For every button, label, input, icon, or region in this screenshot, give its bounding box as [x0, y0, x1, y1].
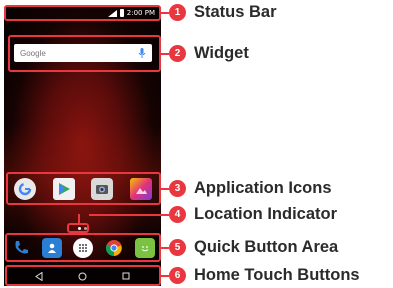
- location-indicator-connector: [89, 214, 169, 216]
- location-indicator: [70, 224, 94, 232]
- home-touch-buttons-callout: [5, 265, 161, 286]
- status-bar-connector: [161, 12, 169, 14]
- label-quick-button-area: 5 Quick Button Area: [169, 238, 338, 257]
- label-text: Status Bar: [194, 3, 277, 21]
- label-widget: 2 Widget: [169, 44, 249, 63]
- label-location-indicator: 4 Location Indicator: [169, 205, 337, 224]
- number-badge: 2: [169, 45, 186, 62]
- number-badge: 6: [169, 267, 186, 284]
- page-dot: [83, 226, 87, 230]
- application-icons-connector: [161, 188, 169, 190]
- number-badge: 3: [169, 180, 186, 197]
- widget-connector: [161, 53, 169, 55]
- quick-button-area-connector: [161, 247, 169, 249]
- home-touch-buttons-connector: [161, 275, 169, 277]
- label-application-icons: 3 Application Icons: [169, 179, 332, 198]
- number-badge: 5: [169, 239, 186, 256]
- status-bar-callout: [4, 5, 161, 21]
- label-text: Location Indicator: [194, 205, 338, 223]
- location-indicator-connector-vertical: [78, 214, 80, 223]
- number-badge: 4: [169, 206, 186, 223]
- number-badge: 1: [169, 4, 186, 21]
- label-text: Application Icons: [194, 179, 332, 197]
- quick-button-area-callout: [5, 233, 161, 262]
- widget-callout: [8, 35, 161, 72]
- label-text: Widget: [194, 44, 249, 62]
- label-home-touch-buttons: 6 Home Touch Buttons: [169, 266, 360, 285]
- page-dot: [77, 226, 81, 230]
- label-text: Home Touch Buttons: [194, 266, 360, 284]
- label-text: Quick Button Area: [194, 238, 339, 256]
- application-icons-callout: [6, 172, 161, 205]
- label-status-bar: 1 Status Bar: [169, 3, 277, 22]
